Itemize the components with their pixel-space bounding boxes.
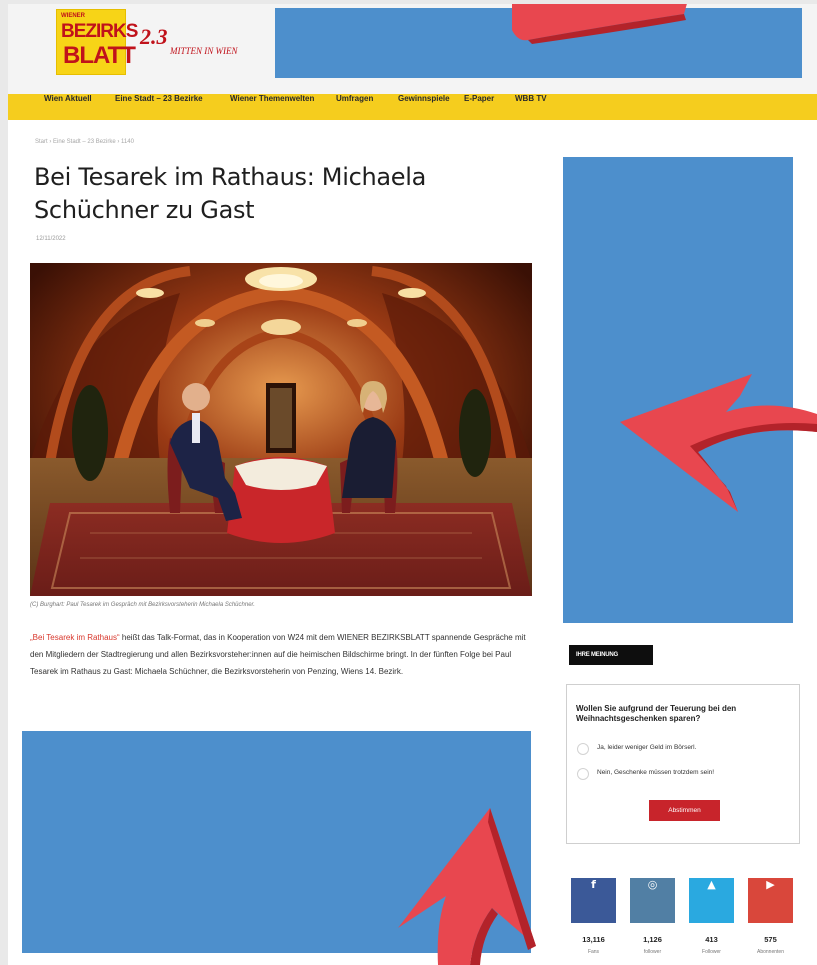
youtube-label: Abonnenten	[757, 949, 784, 955]
nav-item-wien-aktuell[interactable]: Wien Aktuell	[44, 94, 92, 120]
instagram-count: 1,126	[643, 935, 662, 944]
poll-heading: IHRE MEINUNG	[569, 645, 653, 665]
promo-slogan: MITTEN IN WIEN	[170, 46, 238, 56]
photo-caption: (C) Burghart: Paul Tesarek im Gespräch m…	[30, 602, 255, 608]
poll-option-no[interactable]: Nein, Geschenke müssen trotzdem sein!	[577, 765, 797, 785]
facebook-button[interactable]: f	[571, 878, 616, 923]
article-paragraph: „Bei Tesarek im Rathaus“ heißt das Talk-…	[30, 629, 535, 680]
ad-inline[interactable]	[22, 731, 531, 953]
promo-badge[interactable]: 2.3 MITTEN IN WIEN	[136, 24, 256, 70]
facebook-label: Fans	[587, 949, 600, 955]
youtube-icon: ▶	[766, 878, 775, 891]
radio-button[interactable]	[577, 768, 589, 780]
poll-option-label: Nein, Geschenke müssen trotzdem sein!	[597, 769, 715, 776]
page: WIENER BEZIRKS BLATT 2.3 MITTEN IN WIEN …	[8, 4, 817, 965]
twitter-count: 413	[705, 935, 718, 944]
article-title: Bei Tesarek im Rathaus: Michaela Schüchn…	[34, 163, 427, 224]
poll-option-label: Ja, leider weniger Geld im Börserl.	[597, 744, 697, 751]
ad-banner-top[interactable]	[275, 8, 802, 78]
radio-button[interactable]	[577, 743, 589, 755]
main-nav: Wien Aktuell Eine Stadt – 23 Bezirke Wie…	[8, 94, 817, 120]
instagram-icon: ◎	[647, 878, 658, 891]
logo-line-3: BLATT	[63, 42, 136, 69]
article-date: 12/11/2022	[36, 236, 66, 242]
twitter-label: Follower	[702, 949, 721, 955]
twitter-button[interactable]: ▲	[689, 878, 734, 923]
instagram-button[interactable]: ◎	[630, 878, 675, 923]
poll-question: Wollen Sie aufgrund der Teuerung bei den…	[576, 704, 737, 723]
article-photo[interactable]	[30, 263, 532, 596]
youtube-count: 575	[764, 935, 777, 944]
twitter-icon: ▲	[707, 878, 716, 891]
poll-option-yes[interactable]: Ja, leider weniger Geld im Börserl.	[577, 740, 797, 760]
facebook-icon: f	[591, 878, 596, 891]
nav-item-umfragen[interactable]: Umfragen	[336, 94, 373, 120]
site-logo[interactable]: WIENER BEZIRKS BLATT	[56, 9, 138, 75]
nav-item-themenwelten[interactable]: Wiener Themenwelten	[230, 94, 314, 120]
vote-button[interactable]: Abstimmen	[649, 800, 720, 821]
article-link-format[interactable]: „Bei Tesarek im Rathaus“	[30, 633, 120, 642]
youtube-button[interactable]: ▶	[748, 878, 793, 923]
nav-item-eine-stadt[interactable]: Eine Stadt – 23 Bezirke	[115, 94, 203, 120]
promo-number: 2.3	[140, 24, 168, 49]
nav-item-gewinnspiele[interactable]: Gewinnspiele	[398, 94, 450, 120]
logo-line-1: WIENER	[61, 13, 85, 19]
poll-widget: Wollen Sie aufgrund der Teuerung bei den…	[566, 684, 800, 844]
logo-line-2: BEZIRKS	[61, 21, 138, 42]
facebook-count: 13,116	[582, 935, 605, 944]
rathaus-hall-photo-illustration	[30, 263, 532, 596]
instagram-label: follower	[643, 949, 662, 955]
nav-item-wbb-tv[interactable]: WBB TV	[515, 94, 547, 120]
nav-item-epaper[interactable]: E-Paper	[464, 94, 494, 120]
breadcrumb[interactable]: Start › Eine Stadt – 23 Bezirke › 1140	[35, 139, 134, 145]
masthead: WIENER BEZIRKS BLATT 2.3 MITTEN IN WIEN	[8, 4, 817, 94]
ad-sidebar[interactable]	[563, 157, 793, 623]
